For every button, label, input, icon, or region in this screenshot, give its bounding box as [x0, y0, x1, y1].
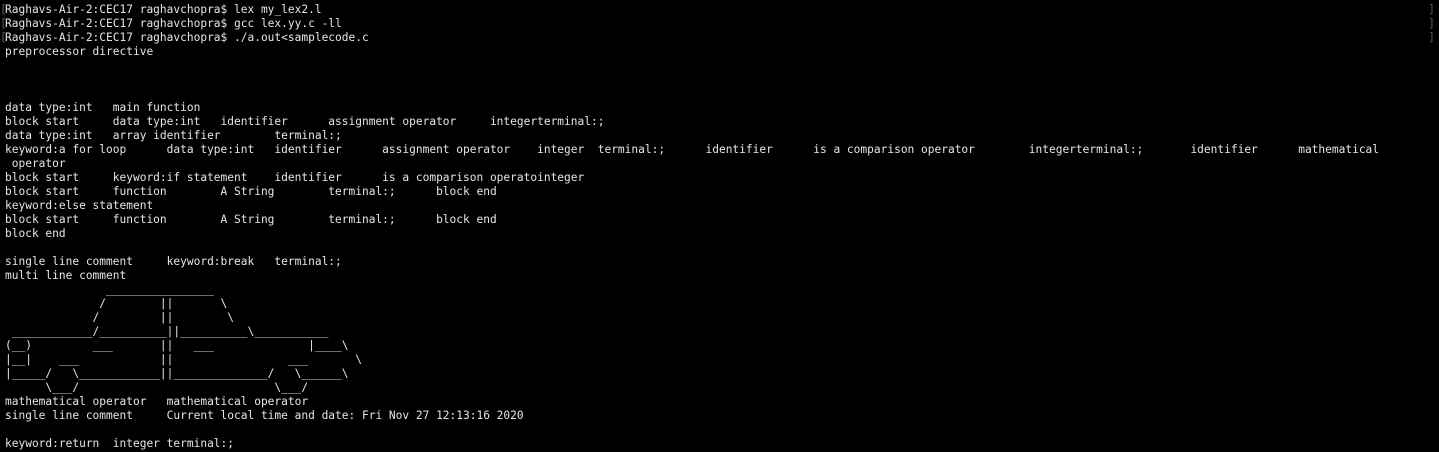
output-line: multi line comment: [5, 269, 127, 282]
output-line: keyword:a for loop data type:int identif…: [5, 143, 1380, 156]
output-line: single line comment Current local time a…: [5, 409, 524, 422]
ascii-art-line: \___/ \___/: [5, 381, 309, 394]
terminal-output: Raghavs-Air-2:CEC17 raghavchopra$ lex my…: [5, 3, 1437, 451]
command-line: Raghavs-Air-2:CEC17 raghavchopra$ lex my…: [5, 3, 322, 16]
output-line: keyword:else statement: [5, 199, 154, 212]
output-line: block start function A String terminal:;…: [5, 185, 497, 198]
ascii-art-line: (__) ___ || ___ |____\: [5, 339, 349, 352]
output-line: single line comment keyword:break termin…: [5, 255, 342, 268]
ascii-art-line: ________________: [5, 283, 214, 296]
output-line: operator: [5, 157, 66, 170]
output-line: data type:int array identifier terminal:…: [5, 129, 342, 142]
ascii-art-line: |_____/ \____________||______________/ \…: [5, 367, 349, 380]
command-line: Raghavs-Air-2:CEC17 raghavchopra$ gcc le…: [5, 17, 342, 30]
output-line: block start data type:int identifier ass…: [5, 115, 605, 128]
output-line: block start function A String terminal:;…: [5, 213, 497, 226]
output-line: keyword:return integer terminal:;: [5, 437, 235, 450]
output-line: preprocessor directive: [5, 45, 154, 58]
ascii-art-line: / || \: [5, 311, 235, 324]
ascii-art-line: ____________/__________||__________\____…: [5, 325, 329, 338]
output-line: data type:int main function: [5, 101, 201, 114]
ascii-art-line: / || \: [5, 297, 228, 310]
output-line: block end: [5, 227, 66, 240]
command-line: Raghavs-Air-2:CEC17 raghavchopra$ ./a.ou…: [5, 31, 369, 44]
ascii-art-line: |__| ___ || ___ \: [5, 353, 362, 366]
terminal-window[interactable]: [ ] [ ] [ ] Raghavs-Air-2:CEC17 raghavch…: [0, 0, 1439, 452]
output-line: block start keyword:if statement identif…: [5, 171, 585, 184]
output-line: mathematical operator mathematical opera…: [5, 395, 309, 408]
